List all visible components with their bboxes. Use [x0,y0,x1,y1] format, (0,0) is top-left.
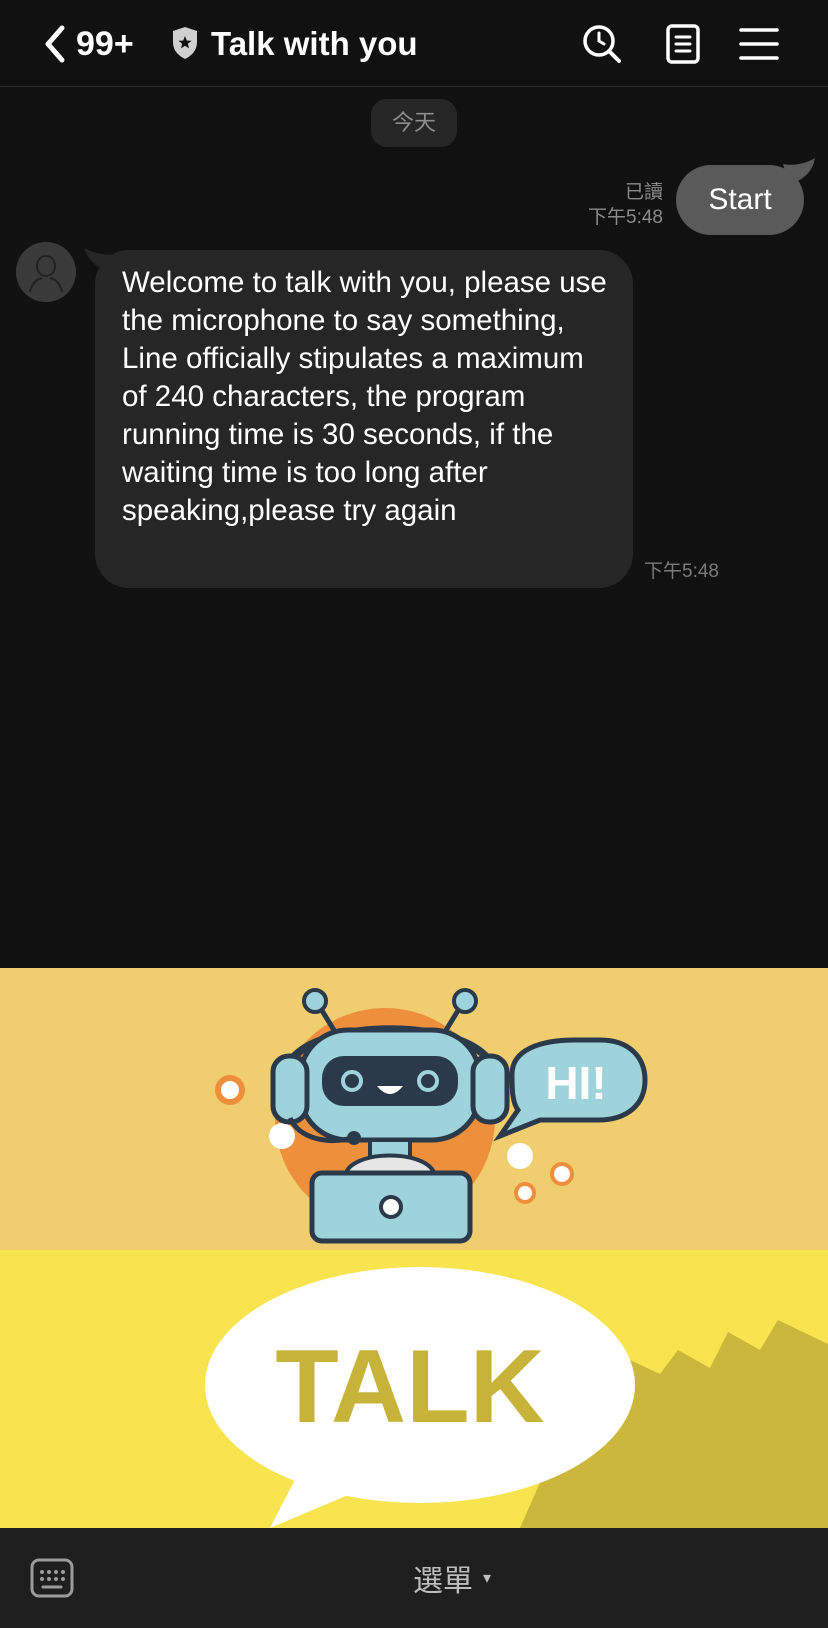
history-search-button[interactable] [580,22,624,66]
hamburger-menu-icon [739,28,779,60]
hi-speech-text: HI! [545,1057,606,1109]
unread-count: 99+ [76,24,134,63]
back-button[interactable]: 99+ [38,22,148,66]
incoming-timestamp: 下午5:48 [644,561,719,582]
keyboard-icon[interactable] [30,1558,74,1598]
robot-headset-illustration: HI! [215,988,648,1244]
menu-button[interactable] [737,22,781,66]
notes-button[interactable] [661,22,705,66]
outgoing-message-meta: 已讀 下午5:48 [588,180,663,230]
outgoing-timestamp: 下午5:48 [588,207,663,228]
rich-menu-talk-panel[interactable]: TALK [0,1250,828,1528]
chat-title: Talk with you [211,25,418,62]
rich-menu-toggle[interactable]: 選單 ▾ [413,1558,491,1598]
outgoing-message-bubble[interactable]: Start [676,165,804,235]
read-status: 已讀 [624,182,663,203]
avatar[interactable] [16,242,76,302]
back-chevron-icon [45,25,65,63]
date-separator: 今天 [371,99,457,147]
bottom-bar: 選單 ▾ [0,1528,828,1628]
incoming-message-bubble[interactable]: Welcome to talk with you, please use the… [95,250,633,588]
notes-icon [666,24,700,64]
shield-star-icon [173,27,197,59]
talk-logo-illustration: TALK [205,1267,828,1528]
rich-menu-robot-panel[interactable]: HI! [0,968,828,1250]
rich-menu: HI! TALK [0,968,828,1528]
caret-down-icon: ▾ [483,1570,492,1587]
talk-label: TALK [275,1329,545,1445]
default-profile-icon [16,242,76,302]
chat-header: 99+ Talk with you [0,0,828,87]
history-search-icon [583,25,621,63]
menu-label: 選單 [413,1565,473,1598]
